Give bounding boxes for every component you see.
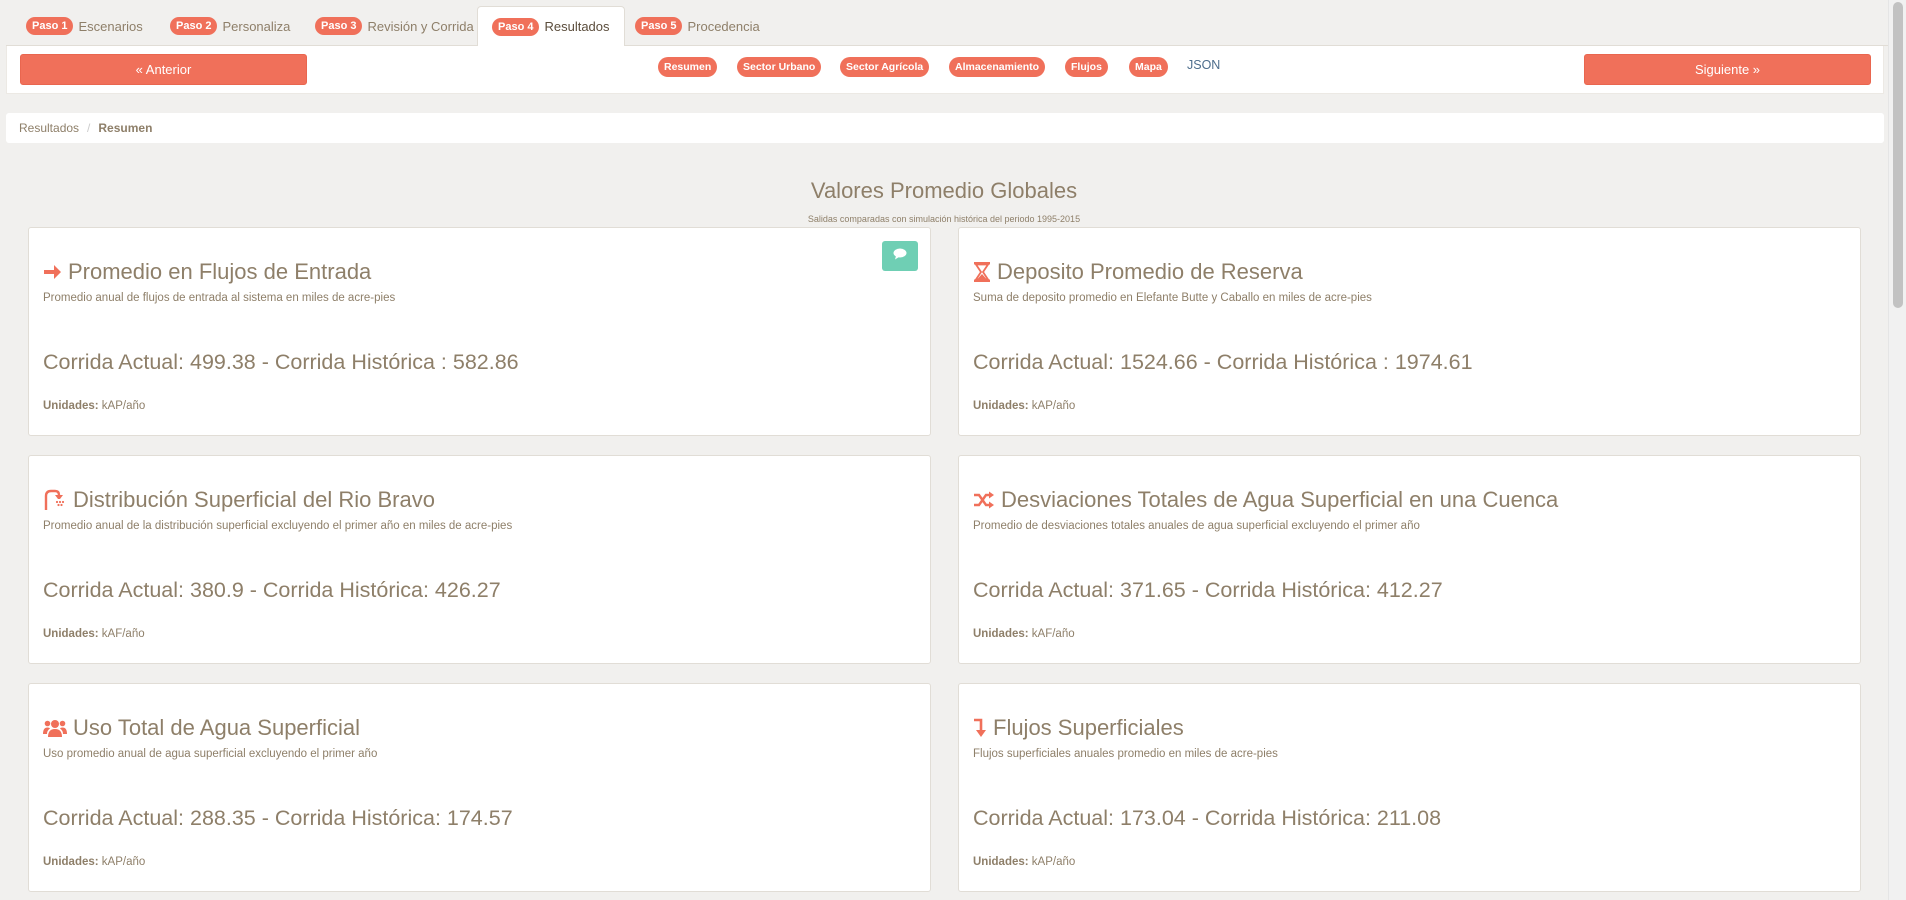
card-description: Uso promedio anual de agua superficial e… — [43, 748, 378, 760]
page-scrollbar[interactable] — [1888, 0, 1906, 900]
breadcrumb-separator: / — [87, 121, 91, 135]
card-units: Unidades: kAF/año — [973, 628, 1075, 640]
units-label: Unidades: — [973, 628, 1029, 640]
card-units: Unidades: kAP/año — [43, 856, 145, 868]
card-description: Suma de deposito promedio en Elefante Bu… — [973, 292, 1372, 304]
scrollbar-thumb[interactable] — [1893, 2, 1903, 308]
units-value: kAF/año — [1031, 628, 1075, 640]
pill-almacenamiento[interactable]: Almacenamiento — [949, 57, 1046, 77]
card-title-text: Flujos Superficiales — [993, 715, 1184, 740]
units-value: kAP/año — [101, 856, 146, 868]
units-label: Unidades: — [43, 628, 99, 640]
tab-label: Procedencia — [687, 18, 760, 34]
units-label: Unidades: — [43, 400, 99, 412]
pill-flujos[interactable]: Flujos — [1065, 57, 1108, 77]
page-title: Valores Promedio Globales — [810, 178, 1078, 203]
card-title: Deposito Promedio de Reserva — [973, 259, 1303, 285]
json-link[interactable]: JSON — [1187, 58, 1220, 72]
tab-revision[interactable]: Paso 3 Revisión y Corrida — [301, 6, 488, 46]
card-title: Desviaciones Totales de Agua Superficial… — [973, 487, 1558, 513]
card-title: Flujos Superficiales — [973, 715, 1184, 741]
tab-escenarios[interactable]: Paso 1 Escenarios — [12, 6, 157, 46]
results-nav-panel: « Anterior Resumen Sector Urbano Sector … — [6, 46, 1884, 94]
card-title: Distribución Superficial del Rio Bravo — [43, 487, 435, 513]
card-title: Promedio en Flujos de Entrada — [43, 259, 371, 285]
comment-icon — [893, 247, 907, 265]
tab-label: Escenarios — [78, 18, 143, 34]
card-description: Flujos superficiales anuales promedio en… — [973, 748, 1278, 760]
hourglass-icon — [973, 261, 991, 283]
card-values: Corrida Actual: 380.9 - Corrida Históric… — [43, 578, 501, 602]
card-units: Unidades: kAP/año — [973, 400, 1075, 412]
card-flujos-superficiales: Flujos Superficiales Flujos superficiale… — [958, 683, 1861, 892]
card-values: Corrida Actual: 371.65 - Corrida Históri… — [973, 578, 1443, 602]
card-units: Unidades: kAP/año — [43, 400, 145, 412]
tab-label: Personaliza — [222, 18, 291, 34]
page: Paso 1 Escenarios Paso 2 Personaliza Pas… — [0, 0, 1888, 900]
card-title-text: Desviaciones Totales de Agua Superficial… — [1001, 487, 1559, 512]
units-value: kAP/año — [101, 400, 146, 412]
card-values: Corrida Actual: 288.35 - Corrida Históri… — [43, 806, 513, 830]
previous-button[interactable]: « Anterior — [20, 54, 307, 85]
card-values: Corrida Actual: 1524.66 - Corrida Histór… — [973, 350, 1473, 374]
units-label: Unidades: — [43, 856, 99, 868]
shower-icon — [43, 489, 67, 511]
units-value: kAF/año — [101, 628, 145, 640]
card-units: Unidades: kAF/año — [43, 628, 145, 640]
card-description: Promedio anual de la distribución superf… — [43, 520, 513, 532]
tab-personaliza[interactable]: Paso 2 Personaliza — [156, 6, 304, 46]
card-title: Uso Total de Agua Superficial — [43, 715, 360, 741]
pill-mapa[interactable]: Mapa — [1129, 57, 1168, 77]
level-down-icon — [973, 718, 987, 738]
step-tabs: Paso 1 Escenarios Paso 2 Personaliza Pas… — [6, 6, 1888, 47]
page-subtitle: Salidas comparadas con simulación histór… — [807, 214, 1081, 224]
card-deposito-reserva: Deposito Promedio de Reserva Suma de dep… — [958, 227, 1861, 436]
units-label: Unidades: — [973, 400, 1029, 412]
tab-resultados[interactable]: Paso 4 Resultados — [477, 6, 625, 47]
step-badge: Paso 5 — [635, 17, 683, 35]
card-title-text: Distribución Superficial del Rio Bravo — [73, 487, 435, 512]
card-title-text: Uso Total de Agua Superficial — [73, 715, 360, 740]
card-description: Promedio anual de flujos de entrada al s… — [43, 292, 396, 304]
step-badge: Paso 2 — [170, 17, 218, 35]
card-values: Corrida Actual: 499.38 - Corrida Históri… — [43, 350, 519, 374]
card-title-text: Deposito Promedio de Reserva — [997, 259, 1303, 284]
pill-sector-urbano[interactable]: Sector Urbano — [737, 57, 822, 77]
units-value: kAP/año — [1031, 856, 1076, 868]
units-value: kAP/año — [1031, 400, 1076, 412]
step-badge: Paso 1 — [26, 17, 74, 35]
users-icon — [43, 718, 67, 738]
arrow-right-icon — [43, 263, 62, 281]
step-badge: Paso 4 — [492, 17, 540, 36]
breadcrumb-current: Resumen — [98, 121, 153, 135]
card-values: Corrida Actual: 173.04 - Corrida Históri… — [973, 806, 1442, 830]
breadcrumb-root[interactable]: Resultados — [19, 121, 79, 135]
tab-label: Resultados — [544, 19, 610, 34]
card-distribucion-superficial: Distribución Superficial del Rio Bravo P… — [28, 455, 931, 664]
card-flujos-entrada: Promedio en Flujos de Entrada Promedio a… — [28, 227, 931, 436]
tab-procedencia[interactable]: Paso 5 Procedencia — [621, 6, 774, 46]
pill-resumen[interactable]: Resumen — [658, 57, 718, 77]
shuffle-icon — [973, 491, 995, 509]
comment-button[interactable] — [882, 241, 918, 271]
card-desviaciones-totales: Desviaciones Totales de Agua Superficial… — [958, 455, 1861, 664]
next-button[interactable]: Siguiente » — [1584, 54, 1871, 85]
pill-sector-agricola[interactable]: Sector Agrícola — [840, 57, 930, 77]
card-units: Unidades: kAP/año — [973, 856, 1075, 868]
step-badge: Paso 3 — [315, 17, 363, 35]
units-label: Unidades: — [973, 856, 1029, 868]
card-uso-total-agua: Uso Total de Agua Superficial Uso promed… — [28, 683, 931, 892]
breadcrumb: Resultados / Resumen — [6, 113, 1884, 143]
tab-label: Revisión y Corrida — [367, 18, 474, 34]
card-description: Promedio de desviaciones totales anuales… — [973, 520, 1420, 532]
card-title-text: Promedio en Flujos de Entrada — [68, 259, 372, 284]
